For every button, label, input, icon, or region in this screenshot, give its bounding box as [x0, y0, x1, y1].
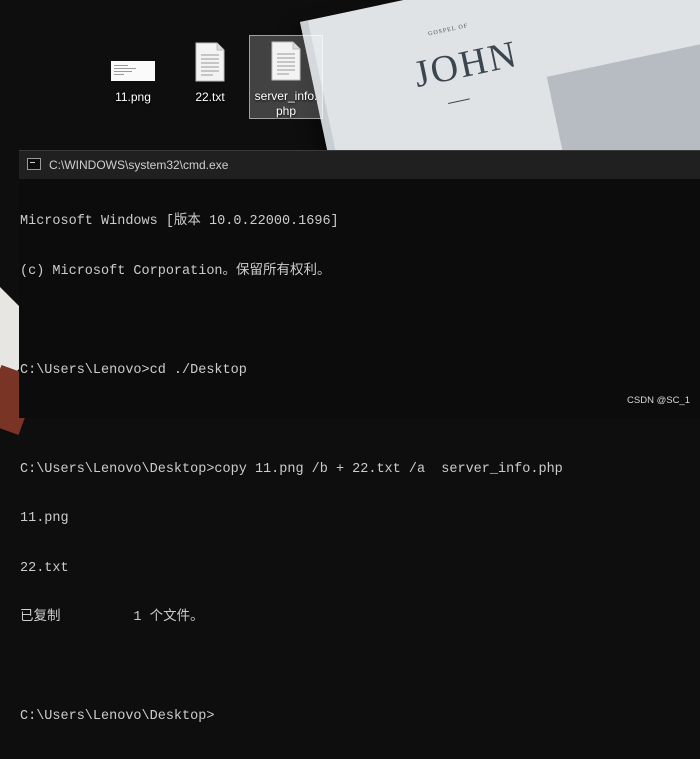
watermark: CSDN @SC_1 [627, 395, 690, 406]
cmd-title: C:\WINDOWS\system32\cmd.exe [49, 158, 229, 172]
console-line: Microsoft Windows [版本 10.0.22000.1696] [20, 214, 339, 229]
text-file-icon [271, 41, 301, 81]
desktop-icon-label: 22.txt [195, 90, 225, 104]
cmd-window[interactable]: C:\WINDOWS\system32\cmd.exe Microsoft Wi… [19, 150, 700, 724]
desktop-icon-11-png[interactable]: 11.png [96, 36, 170, 126]
book-title: JOHN [410, 32, 522, 96]
desktop-icon-label: server_info. php [254, 89, 318, 118]
cmd-app-icon [27, 158, 41, 170]
cmd-console[interactable]: Microsoft Windows [版本 10.0.22000.1696] (… [20, 181, 700, 724]
console-line: 22.txt [20, 560, 69, 576]
console-line: (c) Microsoft Corporation。保留所有权利。 [20, 263, 331, 279]
console-line: 已复制 1 个文件。 [20, 610, 204, 625]
console-prompt[interactable]: C:\Users\Lenovo\Desktop> [20, 709, 700, 726]
desktop-icon-server-info-php[interactable]: server_info. php [249, 35, 323, 119]
image-file-icon [111, 61, 155, 81]
text-file-icon [195, 42, 225, 82]
desktop: GOSPEL OF JOHN 11.png 22.txt server_info… [0, 0, 700, 724]
console-line: C:\Users\Lenovo>cd ./Desktop [20, 362, 247, 378]
console-line: C:\Users\Lenovo\Desktop>copy 11.png /b +… [20, 461, 563, 477]
desktop-icon-label: 11.png [115, 90, 151, 104]
cmd-titlebar[interactable]: C:\WINDOWS\system32\cmd.exe [19, 151, 700, 179]
desktop-icon-22-txt[interactable]: 22.txt [173, 36, 247, 126]
book-subtitle: GOSPEL OF [427, 23, 469, 38]
console-line: 11.png [20, 511, 69, 526]
book-rule [448, 98, 470, 104]
